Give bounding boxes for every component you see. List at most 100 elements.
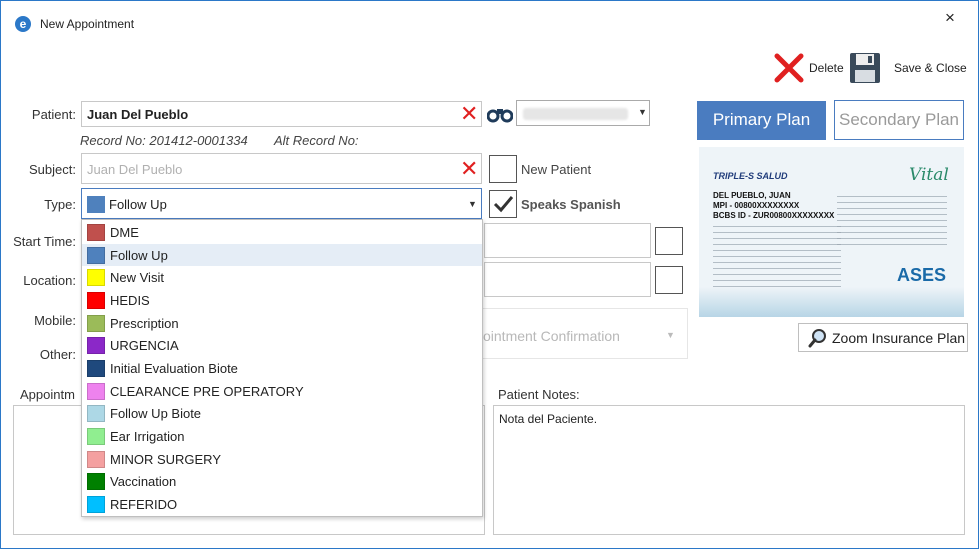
type-option[interactable]: Follow Up [82, 243, 482, 267]
type-option-label: REFERIDO [110, 497, 178, 513]
patient-search-select[interactable]: ▼ [516, 100, 650, 126]
card-insurer: TRIPLE-S SALUD [713, 171, 788, 181]
type-option-label: New Visit [110, 270, 164, 286]
clear-patient-icon[interactable]: ✕ [460, 103, 478, 125]
type-option[interactable]: DME [82, 221, 482, 244]
type-option[interactable]: New Visit [82, 266, 482, 289]
type-option[interactable]: Vaccination [82, 471, 482, 494]
start-time-checkbox[interactable] [655, 227, 683, 255]
type-option-label: MINOR SURGERY [110, 451, 221, 467]
delete-button[interactable]: Delete [772, 52, 847, 84]
type-option-label: Vaccination [110, 474, 177, 490]
card-bcbs: BCBS ID - ZUR00800XXXXXXXX [713, 211, 835, 220]
delete-label: Delete [809, 61, 844, 75]
type-option-swatch [87, 405, 105, 423]
card-mpi: MPI - 00800XXXXXXXX [713, 201, 800, 210]
type-option[interactable]: Follow Up Biote [82, 403, 482, 426]
type-option[interactable]: HEDIS [82, 289, 482, 312]
type-option[interactable]: Initial Evaluation Biote [82, 357, 482, 380]
type-option-swatch [87, 428, 105, 446]
patient-notes-field[interactable]: Nota del Paciente. [493, 405, 965, 535]
type-option-swatch [87, 359, 105, 377]
type-option-swatch [87, 246, 105, 264]
type-option[interactable]: Prescription [82, 312, 482, 335]
patient-field[interactable]: Juan Del Pueblo ✕ [81, 101, 482, 127]
type-option-swatch [87, 496, 105, 514]
chevron-down-icon: ▼ [666, 330, 675, 340]
patient-value: Juan Del Pueblo [87, 107, 189, 122]
close-icon[interactable]: × [945, 8, 955, 28]
start-time-end-field[interactable] [484, 223, 651, 258]
mobile-label: Mobile: [34, 313, 76, 328]
patient-notes-value: Nota del Paciente. [499, 412, 598, 426]
magnifier-icon [808, 328, 826, 347]
type-dropdown-list[interactable]: DME Follow Up New Visit HEDIS Prescription UR… [81, 219, 483, 517]
type-option-label: URGENCIA [110, 338, 179, 354]
type-option[interactable]: URGENCIA [82, 334, 482, 357]
type-option-label: Prescription [110, 315, 179, 331]
clear-subject-icon[interactable]: ✕ [460, 158, 478, 180]
delete-x-icon [774, 53, 804, 83]
location-end-field[interactable] [484, 262, 651, 297]
insurance-card-image: TRIPLE-S SALUD Vital DEL PUEBLO, JUAN MP… [699, 147, 964, 317]
patient-label: Patient: [31, 107, 76, 122]
type-option[interactable]: REFERIDO [82, 493, 482, 516]
type-swatch [87, 196, 105, 213]
new-patient-label: New Patient [521, 162, 592, 177]
location-checkbox[interactable] [655, 266, 683, 294]
record-no: Record No: 201412-0001334 [80, 133, 248, 148]
type-option[interactable]: MINOR SURGERY [82, 448, 482, 471]
patient-notes-label: Patient Notes: [498, 387, 580, 402]
appointment-notes-label: Appointm [20, 387, 75, 402]
type-option-label: CLEARANCE PRE OPERATORY [110, 383, 304, 399]
appointment-confirmation-placeholder: ointment Confirmation [483, 328, 620, 344]
check-icon [493, 196, 514, 213]
new-patient-checkbox[interactable] [489, 155, 517, 183]
type-option-label: DME [110, 224, 139, 240]
other-label: Other: [39, 347, 76, 362]
save-disk-icon [850, 53, 880, 83]
chevron-down-icon: ▼ [468, 199, 477, 209]
type-option-label: Ear Irrigation [110, 429, 185, 445]
type-option-label: Follow Up [110, 247, 168, 263]
card-left-details [713, 223, 841, 287]
type-option-swatch [87, 314, 105, 332]
type-option-label: HEDIS [110, 292, 150, 308]
subject-placeholder: Juan Del Pueblo [87, 162, 183, 177]
chevron-down-icon: ▼ [638, 107, 647, 117]
zoom-insurance-plan-button[interactable]: Zoom Insurance Plan [798, 323, 968, 352]
type-option[interactable]: CLEARANCE PRE OPERATORY [82, 380, 482, 403]
type-option-swatch [87, 223, 105, 241]
card-name: DEL PUEBLO, JUAN [713, 191, 791, 200]
type-option-swatch [87, 337, 105, 355]
card-right-details [837, 193, 947, 245]
card-brand: Vital [909, 165, 949, 185]
binoculars-icon[interactable] [487, 105, 513, 123]
type-option-swatch [87, 473, 105, 491]
secondary-plan-button[interactable]: Secondary Plan [834, 100, 964, 140]
appointment-confirmation-select[interactable]: ointment Confirmation ▼ [470, 308, 688, 359]
save-close-button[interactable]: Save & Close [848, 50, 973, 86]
save-close-label: Save & Close [894, 61, 967, 75]
start-time-label: Start Time: [13, 234, 76, 249]
app-icon: e [15, 16, 31, 32]
card-wave [699, 287, 964, 317]
card-ases: ASES [897, 265, 947, 285]
type-value: Follow Up [109, 197, 167, 212]
type-option[interactable]: Ear Irrigation [82, 425, 482, 448]
subject-field[interactable]: Juan Del Pueblo ✕ [81, 153, 482, 184]
alt-record-no: Alt Record No: [274, 133, 359, 148]
zoom-insurance-plan-label: Zoom Insurance Plan [832, 329, 966, 346]
blurred-select-value [523, 108, 628, 120]
location-label: Location: [23, 273, 76, 288]
speaks-spanish-label: Speaks Spanish [521, 197, 621, 212]
window-title: New Appointment [40, 17, 135, 31]
type-option-swatch [87, 291, 105, 309]
speaks-spanish-checkbox[interactable] [489, 190, 517, 218]
type-option-label: Initial Evaluation Biote [110, 360, 238, 376]
type-option-swatch [87, 382, 105, 400]
type-select[interactable]: Follow Up ▼ [81, 188, 482, 219]
primary-plan-button[interactable]: Primary Plan [697, 101, 826, 140]
subject-label: Subject: [29, 162, 76, 177]
type-option-swatch [87, 269, 105, 287]
